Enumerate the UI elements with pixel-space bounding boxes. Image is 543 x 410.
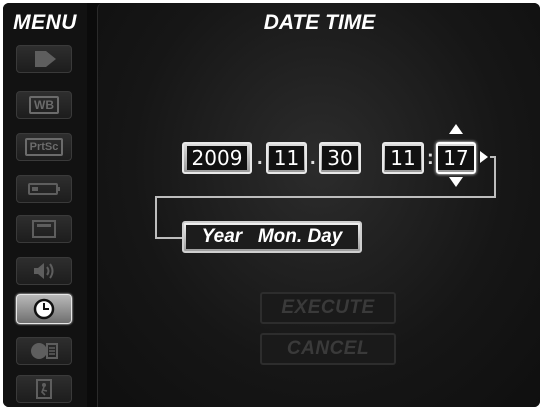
connector-line — [155, 196, 496, 198]
sidebar-item-language[interactable] — [16, 337, 72, 365]
day-field[interactable]: 30 — [319, 142, 361, 174]
sidebar-item-exit[interactable] — [16, 375, 72, 403]
hour-value: 11 — [385, 146, 421, 170]
sidebar-item-wb[interactable]: WB — [16, 91, 72, 119]
next-arrow-icon[interactable] — [479, 150, 489, 164]
year-value: 2009 — [186, 146, 248, 170]
date-order-label: Year Mon. Day — [186, 225, 358, 249]
clock-icon — [33, 298, 55, 320]
sidebar: MENU WB PrtSc — [3, 3, 87, 407]
date-separator: . — [310, 147, 316, 169]
cancel-button[interactable]: CANCEL — [260, 333, 396, 365]
sidebar-item-battery[interactable] — [16, 175, 72, 203]
month-value: 11 — [268, 146, 305, 170]
display-icon — [32, 220, 56, 238]
wb-icon: WB — [29, 96, 59, 114]
minute-value: 17 — [438, 146, 474, 170]
execute-button[interactable]: EXECUTE — [260, 292, 396, 324]
tag-icon — [35, 51, 56, 67]
minute-field[interactable]: 17 — [436, 142, 476, 174]
date-order-mon-day: Mon. Day — [257, 226, 343, 247]
hour-field[interactable]: 11 — [382, 142, 424, 174]
time-separator: : — [427, 147, 434, 169]
date-order-button[interactable]: Year Mon. Day — [182, 221, 362, 253]
month-field[interactable]: 11 — [266, 142, 307, 174]
decrement-arrow-icon[interactable] — [447, 176, 465, 188]
main-panel: DATE TIME 2009 . 11 . 30 11 : 17 Year Mo… — [97, 3, 540, 407]
connector-line — [155, 196, 157, 239]
date-order-year: Year — [201, 226, 243, 247]
year-field[interactable]: 2009 — [182, 142, 252, 174]
screen: MENU WB PrtSc DATE TIME 2009 . 11 . 30 1… — [3, 3, 540, 407]
increment-arrow-icon[interactable] — [447, 123, 465, 135]
sidebar-item-date-time[interactable] — [16, 294, 72, 324]
speaker-icon — [34, 263, 54, 279]
exit-icon — [36, 379, 52, 399]
sidebar-item-display[interactable] — [16, 215, 72, 243]
page-title: DATE TIME — [263, 11, 376, 34]
date-separator: . — [257, 147, 263, 169]
prtsc-icon: PrtSc — [24, 138, 64, 156]
day-value: 30 — [322, 146, 358, 170]
sidebar-item-tag[interactable] — [16, 45, 72, 73]
sidebar-item-prtsc[interactable]: PrtSc — [16, 133, 72, 161]
connector-line — [494, 156, 496, 198]
menu-title: MENU — [13, 11, 77, 34]
connector-line — [155, 237, 182, 239]
sidebar-item-sound[interactable] — [16, 257, 72, 285]
language-icon — [31, 343, 58, 359]
battery-icon — [28, 183, 60, 195]
